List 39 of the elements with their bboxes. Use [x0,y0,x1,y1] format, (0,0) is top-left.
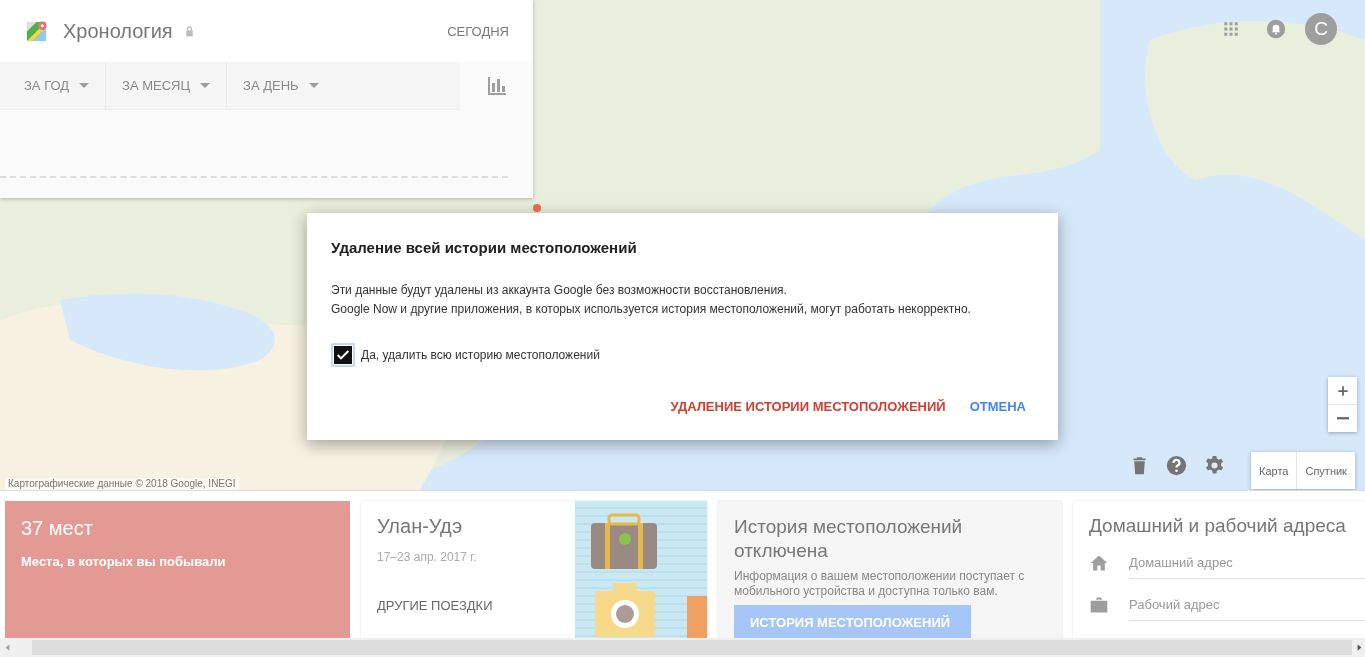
settings-icon[interactable] [1204,455,1225,476]
period-dropdown[interactable]: ЗА ГОД [0,70,106,101]
caret-icon [308,83,319,88]
map-type-button[interactable]: Карта [1251,452,1297,489]
period-dropdown[interactable]: ЗА МЕСЯЦ [106,70,227,101]
addresses-title: Домашний и рабочий адреса [1089,515,1347,537]
caret-icon [79,83,90,88]
today-button[interactable]: СЕГОДНЯ [447,23,509,39]
location-dot-icon [533,204,541,212]
help-icon[interactable] [1166,455,1187,476]
plus-icon [1335,383,1350,398]
confirm-checkbox[interactable] [331,343,355,367]
map-attribution: Картографические данные © 2018 Google, INEGI [5,478,239,490]
period-dropdown[interactable]: ЗА ДЕНЬ [227,70,335,101]
map-pin-logo-icon [25,19,48,43]
history-status-title: История местоположений отключена [734,515,964,563]
zoom-in-button[interactable] [1328,377,1357,404]
delete-history-button[interactable]: УДАЛЕНИЕ ИСТОРИИ МЕСТОПОЛОЖЕНИЙ [662,391,954,422]
dialog-message: Google Now и другие приложения, в которых используется история местоположений, могут работать некорректно. [331,301,972,318]
places-count: 37 мест [21,517,94,540]
caret-icon [200,83,211,88]
dialog-message: Эти данные будут удалены из аккаунта Google без возможности восстановления. [331,282,788,299]
map-type-button[interactable]: Спутник [1296,452,1355,489]
history-description: Информация о вашем местоположении поступает с мобильного устройства и доступна только вам. [734,569,1026,599]
home-icon [1089,553,1109,573]
timeline-title: Хронология [63,19,173,43]
zoom-out-button[interactable] [1328,404,1357,432]
dialog-title: Удаление всей истории местоположений [331,239,638,256]
briefcase-icon [1089,595,1109,615]
apps-grid-icon[interactable] [1222,20,1240,38]
places-caption: Места, в которых вы побывали [21,554,227,569]
notification-bell-icon[interactable] [1266,19,1286,39]
minus-icon [1336,417,1349,420]
checkbox-label: Да, удалить всю историю местоположений [361,348,600,362]
trip-city: Улан-Удэ [377,515,464,538]
other-trips-link[interactable]: ДРУГИЕ ПОЕЗДКИ [377,598,559,613]
places-card[interactable]: 37 мест Места, в которых вы побывали [5,501,350,638]
cancel-button[interactable]: ОТМЕНА [961,391,1034,422]
trip-dates: 17–23 апр. 2017 г. [377,550,478,564]
